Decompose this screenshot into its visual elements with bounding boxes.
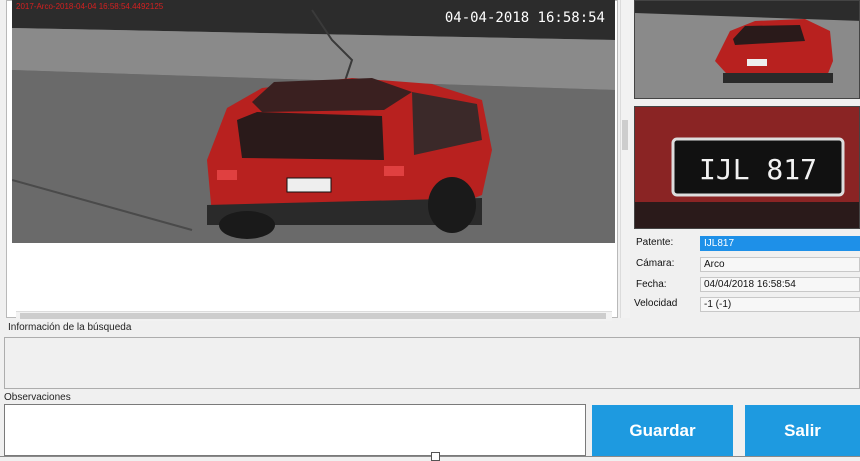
patente-label: Patente: <box>636 237 674 248</box>
patente-field[interactable]: IJL817 <box>700 236 860 251</box>
velocidad-label: Velocidad <box>634 298 678 309</box>
camera-overlay-meta: 2017-Arco-2018-04-04 16:58:54.4492125 <box>16 2 164 11</box>
plate-thumbnail: IJL 817 <box>634 106 860 229</box>
search-info-label: Información de la búsqueda <box>8 322 132 333</box>
resize-handle[interactable] <box>431 452 440 461</box>
vertical-scrollbar[interactable] <box>620 0 630 318</box>
camera-overlay-timestamp: 04-04-2018 16:58:54 <box>444 10 605 26</box>
window-bottom-border <box>0 456 860 457</box>
plate-crop-text: IJL 817 <box>699 153 817 186</box>
observations-input[interactable] <box>4 404 586 456</box>
camara-label: Cámara: <box>636 258 675 269</box>
search-info-box <box>4 337 860 389</box>
horizontal-scrollbar[interactable] <box>16 311 612 321</box>
main-camera-image: 2017-Arco-2018-04-04 16:58:54.4492125 04… <box>12 0 615 243</box>
camara-field[interactable]: Arco <box>700 257 860 272</box>
vehicle-thumbnail <box>634 0 860 99</box>
observations-label: Observaciones <box>4 392 71 403</box>
velocidad-field[interactable]: -1 (-1) <box>700 297 860 312</box>
fecha-field[interactable]: 04/04/2018 16:58:54 <box>700 277 860 292</box>
fecha-label: Fecha: <box>636 279 667 290</box>
exit-button[interactable]: Salir <box>745 405 860 457</box>
save-button[interactable]: Guardar <box>592 405 733 457</box>
